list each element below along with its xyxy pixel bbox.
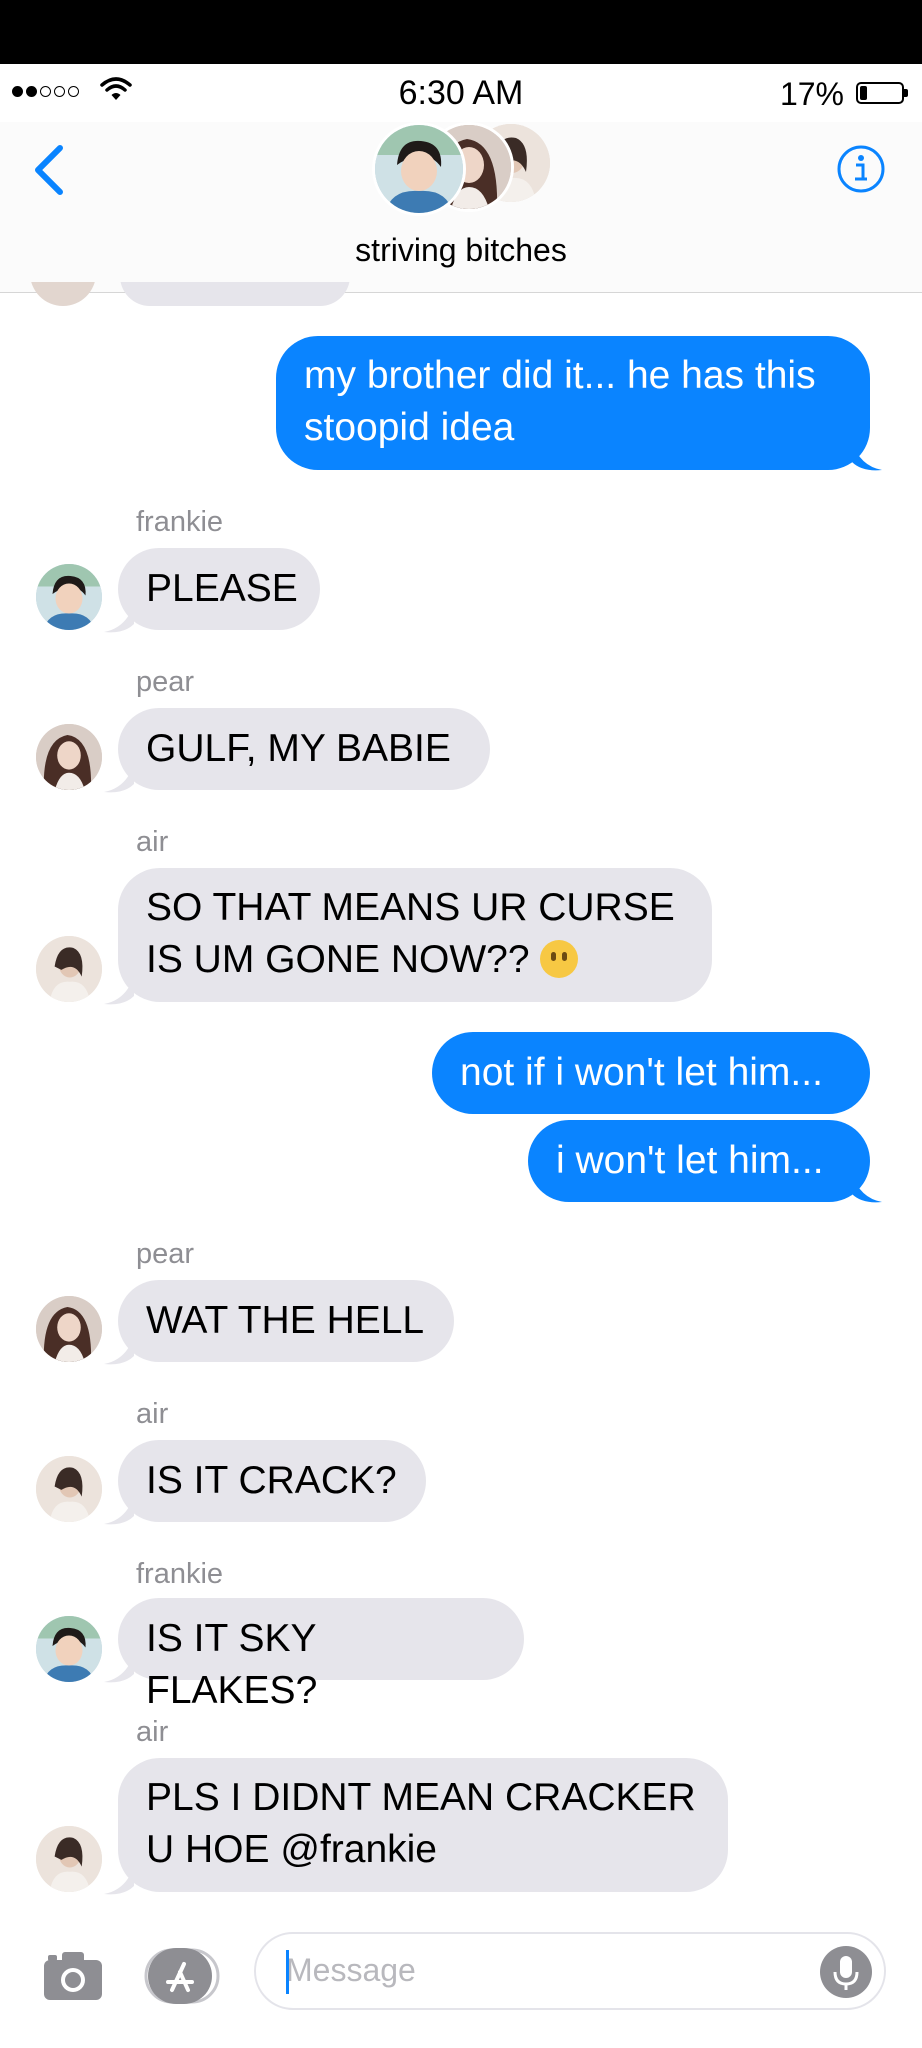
top-black-bar	[0, 0, 922, 64]
group-avatars[interactable]	[372, 122, 552, 216]
outgoing-message-bubble[interactable]: not if i won't let him...	[432, 1032, 870, 1114]
avatar-air	[36, 1826, 102, 1892]
incoming-message-bubble[interactable]: IS IT CRACK?	[118, 1440, 426, 1522]
sender-name: air	[136, 826, 169, 858]
sender-name: frankie	[136, 1558, 224, 1590]
outgoing-message-bubble[interactable]: i won't let him...	[528, 1120, 870, 1202]
bubble-tail	[104, 764, 134, 793]
bubble-tail	[104, 1866, 134, 1895]
message-text: i won't let him...	[556, 1139, 824, 1182]
conversation-title: striving bitches	[355, 232, 567, 268]
sender-name: air	[136, 1716, 169, 1748]
previous-message-bubble	[120, 282, 350, 306]
info-icon[interactable]	[836, 144, 886, 194]
avatar-frankie	[36, 564, 102, 630]
sender-name: pear	[136, 1238, 195, 1270]
avatar-pear	[36, 724, 102, 790]
previous-message-avatar	[30, 282, 98, 306]
microphone-icon[interactable]	[820, 1946, 872, 1998]
avatar-frankie	[36, 1616, 102, 1682]
incoming-message-bubble[interactable]: IS IT SKY FLAKES?	[118, 1598, 524, 1712]
avatar-air	[36, 1456, 102, 1522]
outgoing-message-bubble[interactable]: my brother did it... he has this stoopid…	[276, 336, 870, 470]
avatar-frankie	[372, 122, 466, 216]
sender-name: pear	[136, 666, 195, 698]
text-caret	[286, 1950, 289, 1994]
bubble-tail	[104, 604, 134, 633]
message-text: PLS I DIDNT MEAN CRACKER U HOE @frankie	[146, 1776, 696, 1871]
message-text: my brother did it... he has this stoopid…	[304, 354, 816, 449]
message-composer	[0, 1908, 922, 2048]
bubble-tail	[104, 1496, 134, 1525]
battery-percentage: 17%	[779, 76, 844, 112]
incoming-message-bubble[interactable]: PLS I DIDNT MEAN CRACKER U HOE @frankie	[118, 1758, 728, 1892]
camera-icon[interactable]	[42, 1950, 104, 2002]
battery-icon	[856, 82, 908, 104]
sender-name: frankie	[136, 506, 224, 538]
app-store-icon[interactable]	[144, 1946, 220, 2006]
face-without-mouth-emoji	[540, 940, 579, 978]
bubble-tail	[104, 976, 134, 1005]
status-bar: 6:30 AM 17%	[0, 64, 922, 122]
avatar-air	[36, 936, 102, 1002]
bubble-tail	[104, 1654, 134, 1683]
message-input[interactable]	[286, 1948, 786, 1992]
back-chevron-icon[interactable]	[26, 140, 76, 200]
bubble-tail	[852, 1174, 882, 1203]
incoming-message-bubble[interactable]: SO THAT MEANS UR CURSE IS UM GONE NOW??	[118, 868, 712, 1002]
message-text: GULF, MY BABIE	[146, 727, 451, 770]
avatar-pear	[36, 1296, 102, 1362]
message-text: IS IT SKY FLAKES?	[146, 1617, 318, 1712]
bubble-tail	[104, 1336, 134, 1365]
sender-name: air	[136, 1398, 169, 1430]
message-text: WAT THE HELL	[146, 1299, 425, 1342]
incoming-message-bubble[interactable]: GULF, MY BABIE	[118, 708, 490, 790]
message-text: PLEASE	[146, 567, 298, 610]
incoming-message-bubble[interactable]: WAT THE HELL	[118, 1280, 454, 1362]
message-text: not if i won't let him...	[460, 1051, 823, 1094]
message-text: SO THAT MEANS UR CURSE IS UM GONE NOW??	[146, 886, 675, 981]
conversation-header: striving bitches	[0, 122, 922, 293]
bubble-tail	[852, 442, 882, 471]
message-input-field[interactable]	[254, 1932, 886, 2010]
incoming-message-bubble[interactable]: PLEASE	[118, 548, 320, 630]
message-text: IS IT CRACK?	[146, 1459, 397, 1502]
